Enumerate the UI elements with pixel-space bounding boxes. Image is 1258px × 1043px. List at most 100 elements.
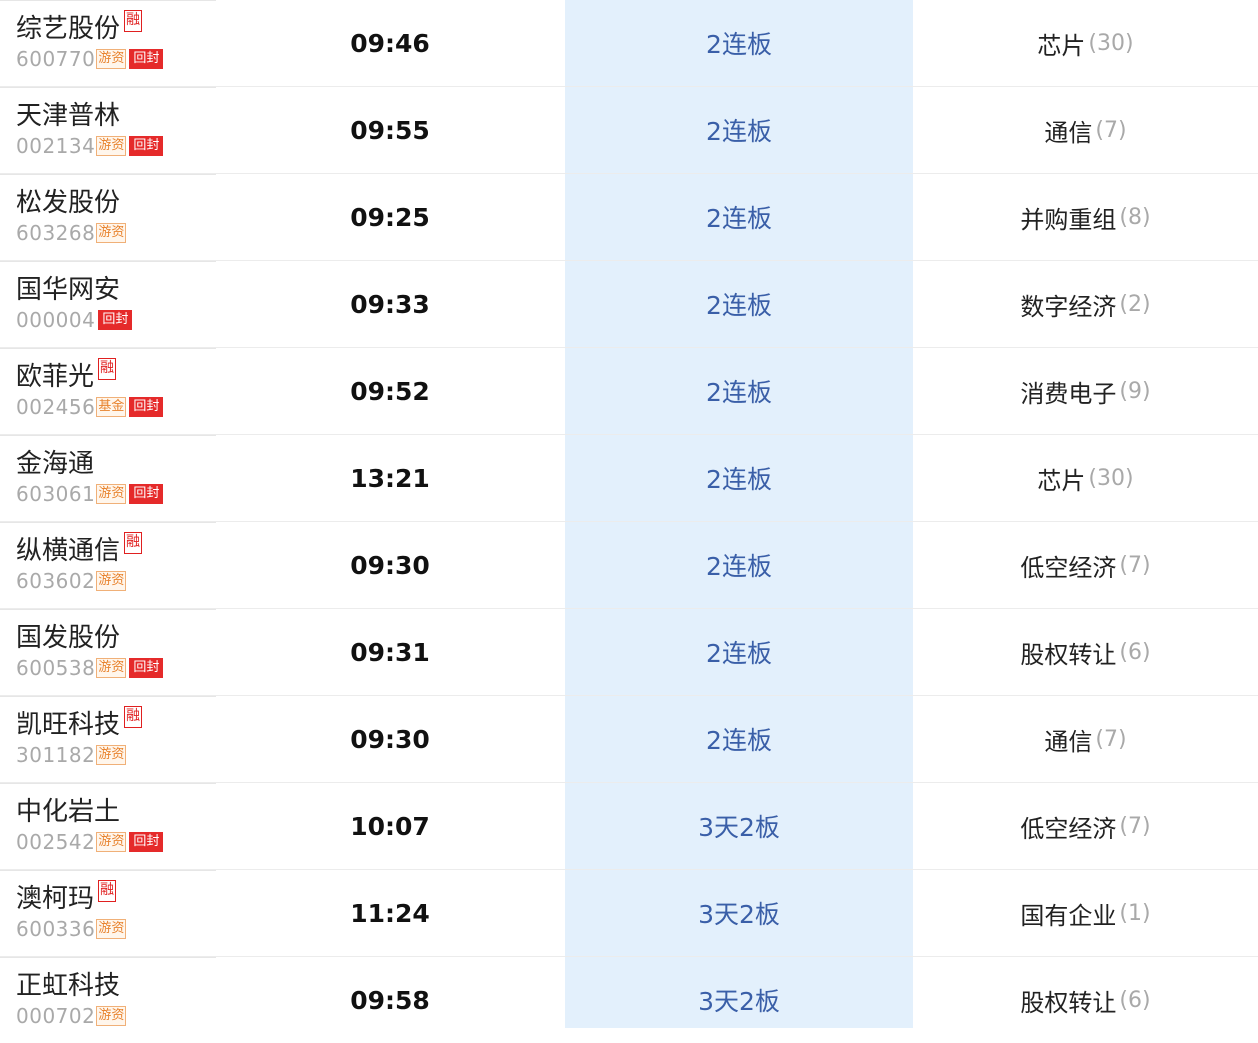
table-row[interactable]: 中化岩土 002542 游资 回封 10:07 3天2板 低空经济 (7) [0, 782, 1258, 869]
row-divider [0, 696, 216, 697]
stock-name[interactable]: 澳柯玛 [16, 882, 94, 916]
concept-cell[interactable]: 芯片 (30) [913, 0, 1258, 86]
table-row[interactable]: 综艺股份融 600770 游资 回封 09:46 2连板 芯片 (30) [0, 0, 1258, 86]
board-count: 2连板 [706, 726, 772, 755]
stock-name-line: 纵横通信融 [16, 532, 216, 568]
stock-sub-line: 000004 回封 [16, 307, 216, 333]
table-row[interactable]: 正虹科技 000702 游资 09:58 3天2板 股权转让 (6) [0, 956, 1258, 1043]
reseal-tag: 回封 [129, 658, 164, 678]
stock-name[interactable]: 综艺股份 [16, 12, 120, 46]
stock-name[interactable]: 国华网安 [16, 273, 120, 307]
stock-cell[interactable]: 正虹科技 000702 游资 [16, 969, 216, 1039]
table-row[interactable]: 国华网安 000004 回封 09:33 2连板 数字经济 (2) [0, 260, 1258, 347]
concept-cell[interactable]: 消费电子 (9) [913, 348, 1258, 434]
margin-trading-badge: 融 [98, 358, 117, 380]
row-divider [0, 522, 216, 523]
hot-money-tag: 游资 [96, 658, 127, 678]
table-row[interactable]: 欧菲光融 002456 基金 回封 09:52 2连板 消费电子 (9) [0, 347, 1258, 434]
board-count: 2连板 [706, 639, 772, 668]
stock-code: 002134 [16, 134, 96, 158]
stock-cell[interactable]: 天津普林 002134 游资 回封 [16, 99, 216, 169]
margin-trading-badge: 融 [124, 706, 143, 728]
stock-sub-line: 000702 游资 [16, 1003, 216, 1029]
concept-count: (7) [1119, 552, 1151, 578]
board-count: 2连板 [706, 291, 772, 320]
stock-name[interactable]: 欧菲光 [16, 360, 94, 394]
stock-cell[interactable]: 金海通 603061 游资 回封 [16, 447, 216, 517]
concept-cell[interactable]: 数字经济 (2) [913, 261, 1258, 347]
stock-name[interactable]: 正虹科技 [16, 969, 120, 1003]
stock-cell[interactable]: 国发股份 600538 游资 回封 [16, 621, 216, 691]
hot-money-tag: 游资 [96, 832, 127, 852]
concept-cell[interactable]: 国有企业 (1) [913, 870, 1258, 956]
row-divider [0, 783, 216, 784]
table-row[interactable]: 天津普林 002134 游资 回封 09:55 2连板 通信 (7) [0, 86, 1258, 173]
margin-trading-badge: 融 [124, 532, 143, 554]
reseal-tag: 回封 [129, 49, 164, 69]
stock-code: 603602 [16, 569, 96, 593]
stock-name[interactable]: 国发股份 [16, 621, 120, 655]
stock-name[interactable]: 中化岩土 [16, 795, 120, 829]
stock-code: 301182 [16, 743, 96, 767]
concept-count: (7) [1095, 726, 1127, 752]
hot-money-tag: 游资 [96, 1006, 127, 1026]
hot-money-tag: 游资 [96, 571, 127, 591]
concept-cell[interactable]: 低空经济 (7) [913, 522, 1258, 608]
stock-sub-line: 603268 游资 [16, 220, 216, 246]
board-count: 3天2板 [698, 987, 780, 1016]
margin-trading-badge: 融 [124, 10, 143, 32]
board-count: 2连板 [706, 378, 772, 407]
concept-name: 芯片 [1037, 466, 1086, 495]
table-row[interactable]: 澳柯玛融 600336 游资 11:24 3天2板 国有企业 (1) [0, 869, 1258, 956]
concept-cell[interactable]: 通信 (7) [913, 87, 1258, 173]
board-count: 2连板 [706, 204, 772, 233]
stock-code: 000702 [16, 1004, 96, 1028]
concept-name: 股权转让 [1020, 988, 1117, 1017]
stock-name[interactable]: 纵横通信 [16, 534, 120, 568]
stock-cell[interactable]: 欧菲光融 002456 基金 回封 [16, 358, 216, 430]
table-row[interactable]: 纵横通信融 603602 游资 09:30 2连板 低空经济 (7) [0, 521, 1258, 608]
stock-name[interactable]: 松发股份 [16, 186, 120, 220]
concept-count: (9) [1119, 378, 1151, 404]
concept-name: 低空经济 [1020, 814, 1117, 843]
stock-cell[interactable]: 纵横通信融 603602 游资 [16, 532, 216, 604]
concept-cell[interactable]: 通信 (7) [913, 696, 1258, 782]
concept-cell[interactable]: 并购重组 (8) [913, 174, 1258, 260]
stock-code: 603268 [16, 221, 96, 245]
stock-name[interactable]: 天津普林 [16, 99, 120, 133]
limit-up-time: 09:58 [350, 985, 430, 1015]
stock-name-line: 国华网安 [16, 273, 216, 307]
concept-cell[interactable]: 芯片 (30) [913, 435, 1258, 521]
concept-count: (30) [1088, 30, 1134, 56]
concept-cell[interactable]: 股权转让 (6) [913, 957, 1258, 1043]
stock-cell[interactable]: 凯旺科技融 301182 游资 [16, 706, 216, 778]
margin-trading-badge: 融 [98, 880, 117, 902]
stock-cell[interactable]: 国华网安 000004 回封 [16, 273, 216, 343]
table-row[interactable]: 国发股份 600538 游资 回封 09:31 2连板 股权转让 (6) [0, 608, 1258, 695]
fund-tag: 基金 [96, 397, 127, 417]
stock-cell[interactable]: 澳柯玛融 600336 游资 [16, 880, 216, 952]
stock-name-line: 正虹科技 [16, 969, 216, 1003]
stock-cell[interactable]: 松发股份 603268 游资 [16, 186, 216, 256]
row-divider [0, 87, 216, 88]
stock-sub-line: 002134 游资 回封 [16, 133, 216, 159]
concept-cell[interactable]: 低空经济 (7) [913, 783, 1258, 869]
table-row[interactable]: 凯旺科技融 301182 游资 09:30 2连板 通信 (7) [0, 695, 1258, 782]
stock-name[interactable]: 凯旺科技 [16, 708, 120, 742]
hot-money-tag: 游资 [96, 484, 127, 504]
concept-cell[interactable]: 股权转让 (6) [913, 609, 1258, 695]
row-divider [0, 261, 216, 262]
stock-name[interactable]: 金海通 [16, 447, 94, 481]
stock-name-line: 天津普林 [16, 99, 216, 133]
limit-up-time: 09:55 [350, 115, 430, 145]
concept-name: 股权转让 [1020, 640, 1117, 669]
table-row[interactable]: 松发股份 603268 游资 09:25 2连板 并购重组 (8) [0, 173, 1258, 260]
limit-up-time: 09:52 [350, 376, 430, 406]
table-row[interactable]: 金海通 603061 游资 回封 13:21 2连板 芯片 (30) [0, 434, 1258, 521]
stock-cell[interactable]: 综艺股份融 600770 游资 回封 [16, 10, 216, 82]
row-divider [0, 348, 216, 349]
stock-sub-line: 600336 游资 [16, 916, 216, 942]
stock-cell[interactable]: 中化岩土 002542 游资 回封 [16, 795, 216, 865]
concept-name: 消费电子 [1020, 379, 1117, 408]
limit-up-time: 13:21 [350, 463, 430, 493]
